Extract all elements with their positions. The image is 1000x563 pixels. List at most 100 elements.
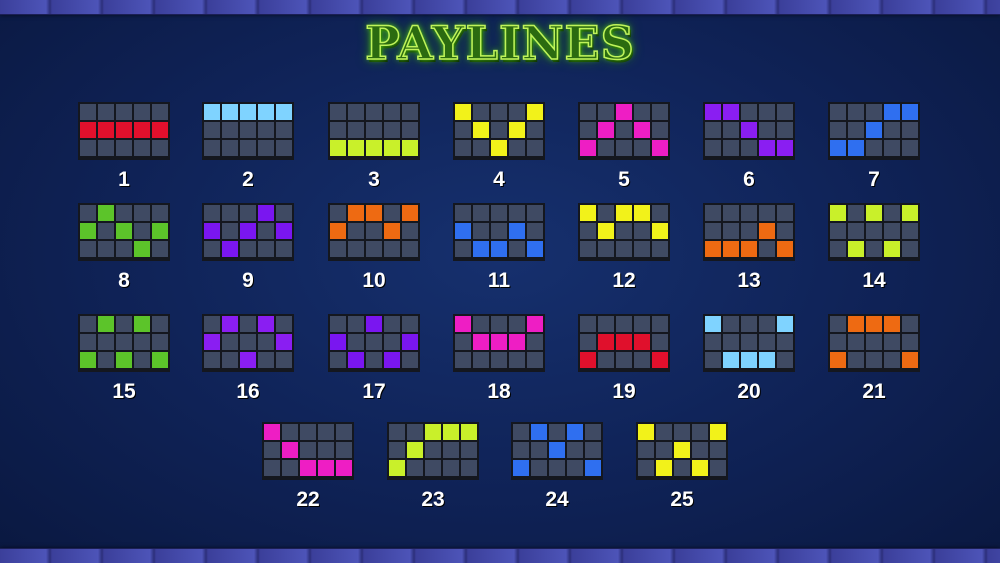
payline-cell — [580, 122, 596, 138]
payline-cell — [116, 316, 132, 332]
payline-cell — [509, 316, 525, 332]
payline-number: 25 — [670, 488, 694, 511]
payline-cell-active — [258, 205, 274, 221]
payline-cell — [98, 241, 114, 257]
payline-number: 12 — [612, 269, 636, 292]
payline-cell-active — [330, 223, 346, 239]
payline-cell-active — [473, 334, 489, 350]
payline-cell — [652, 205, 668, 221]
payline-cell — [134, 205, 150, 221]
payline-cell — [204, 241, 220, 257]
payline-cell — [674, 424, 690, 440]
payline-cell-active — [884, 104, 900, 120]
payline-cell-active — [318, 460, 334, 476]
payline-cell — [134, 104, 150, 120]
payline-cell — [723, 140, 739, 156]
payline-cell-active — [638, 424, 654, 440]
payline-cell — [638, 460, 654, 476]
payline-cell-active — [491, 241, 507, 257]
payline-cell-active — [705, 104, 721, 120]
payline-cell — [348, 334, 364, 350]
payline-cell — [656, 424, 672, 440]
payline-cell-active — [204, 104, 220, 120]
payline-cell-active — [152, 352, 168, 368]
payline-cell-active — [902, 352, 918, 368]
payline-cell — [407, 424, 423, 440]
payline-cell-active — [473, 122, 489, 138]
payline-22: 22 — [262, 422, 354, 512]
payline-cell-active — [384, 140, 400, 156]
payline-cell — [884, 352, 900, 368]
payline-cell-active — [455, 104, 471, 120]
payline-cell — [473, 104, 489, 120]
payline-cell — [531, 442, 547, 458]
payline-cell-active — [866, 205, 882, 221]
payline-cell — [866, 241, 882, 257]
payline-cell — [455, 122, 471, 138]
page-title: PAYLINES — [364, 15, 635, 71]
payline-cell — [222, 122, 238, 138]
payline-cell-active — [455, 223, 471, 239]
payline-cell-active — [402, 334, 418, 350]
payline-cell — [348, 316, 364, 332]
payline-cell — [705, 140, 721, 156]
payline-cell-active — [366, 140, 382, 156]
payline-5: 5 — [578, 102, 670, 192]
payline-cell — [527, 223, 543, 239]
payline-grid — [202, 102, 294, 160]
payline-cell — [152, 205, 168, 221]
payline-cell — [777, 223, 793, 239]
payline-cell — [567, 460, 583, 476]
payline-cell-active — [531, 424, 547, 440]
payline-cell — [80, 316, 96, 332]
payline-cell — [830, 334, 846, 350]
payline-cell-active — [134, 241, 150, 257]
payline-8: 8 — [78, 203, 170, 293]
payline-cell — [300, 442, 316, 458]
payline-cell — [616, 316, 632, 332]
payline-cell-active — [723, 352, 739, 368]
payline-cell — [240, 205, 256, 221]
payline-cell — [473, 205, 489, 221]
payline-cell — [402, 122, 418, 138]
payline-cell-active — [652, 352, 668, 368]
payline-cell — [204, 316, 220, 332]
payline-cell — [866, 104, 882, 120]
payline-number: 23 — [421, 488, 445, 511]
payline-cell — [598, 241, 614, 257]
payline-cell — [152, 104, 168, 120]
payline-cell — [616, 223, 632, 239]
payline-cell — [461, 460, 477, 476]
payline-cell-active — [585, 460, 601, 476]
payline-cell — [282, 424, 298, 440]
payline-number: 11 — [487, 269, 511, 292]
payline-9: 9 — [202, 203, 294, 293]
payline-cell-active — [848, 140, 864, 156]
payline-cell — [705, 122, 721, 138]
payline-cell-active — [616, 334, 632, 350]
payline-cell-active — [509, 334, 525, 350]
payline-cell — [509, 241, 525, 257]
payline-cell — [830, 316, 846, 332]
payline-cell-active — [513, 460, 529, 476]
payline-cell-active — [741, 241, 757, 257]
payline-25: 25 — [636, 422, 728, 512]
payline-cell — [240, 140, 256, 156]
payline-number: 13 — [737, 269, 761, 292]
payline-cell — [330, 205, 346, 221]
payline-cell-active — [384, 223, 400, 239]
payline-cell — [741, 334, 757, 350]
payline-cell-active — [580, 140, 596, 156]
payline-cell-active — [616, 205, 632, 221]
payline-13: 13 — [703, 203, 795, 293]
payline-cell — [509, 352, 525, 368]
payline-cell — [531, 460, 547, 476]
payline-cell — [455, 140, 471, 156]
payline-cell — [473, 223, 489, 239]
payline-cell-active — [830, 205, 846, 221]
payline-cell — [80, 334, 96, 350]
payline-cell — [384, 205, 400, 221]
payline-cell — [848, 334, 864, 350]
payline-cell — [759, 122, 775, 138]
payline-cell-active — [461, 424, 477, 440]
